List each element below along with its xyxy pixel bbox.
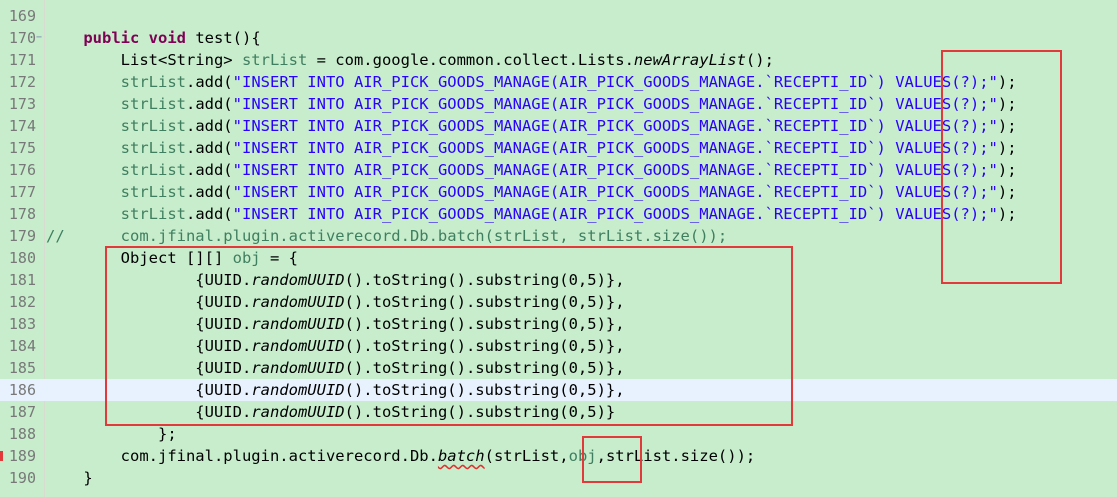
code-text: strList.add("INSERT INTO AIR_PICK_GOODS_… [46, 93, 1017, 115]
code-token: strList [120, 205, 186, 223]
code-token: .add( [185, 205, 233, 223]
code-text: strList.add("INSERT INTO AIR_PICK_GOODS_… [46, 71, 1017, 93]
line-number: 180 [8, 249, 36, 267]
highlight-box-obj-array [105, 246, 793, 426]
line-number: 174 [8, 117, 36, 135]
code-token: strList [120, 161, 186, 179]
line-number: 184 [8, 337, 36, 355]
line-number: 169 [8, 7, 36, 25]
code-line[interactable]: 190 } [0, 467, 1117, 489]
line-number: 175 [8, 139, 36, 157]
code-editor[interactable]: 169 170− public void test(){ 171 List<Stri… [0, 0, 1117, 497]
code-line[interactable]: 170− public void test(){ [0, 27, 1117, 49]
line-number: 170 [8, 29, 36, 47]
code-token: batch [437, 447, 485, 465]
code-token: com.jfinal.plugin.activerecord.Db. [46, 447, 438, 465]
code-token: .add( [185, 183, 233, 201]
code-token: .add( [185, 139, 233, 157]
line-number: 183 [8, 315, 36, 333]
code-token: (); [745, 51, 774, 69]
code-token: } [46, 469, 93, 487]
line-number: 189 [8, 447, 36, 465]
code-token: strList [120, 117, 186, 135]
code-line[interactable]: 189 com.jfinal.plugin.activerecord.Db.ba… [0, 445, 1117, 467]
code-token: strList [120, 183, 186, 201]
code-token: "INSERT INTO AIR_PICK_GOODS_MANAGE(AIR_P… [232, 161, 998, 179]
code-token: .add( [185, 161, 233, 179]
line-number: 185 [8, 359, 36, 377]
code-token: "INSERT INTO AIR_PICK_GOODS_MANAGE(AIR_P… [232, 73, 998, 91]
code-text: List<String> strList = com.google.common… [46, 49, 774, 71]
code-token: strList [120, 73, 186, 91]
line-number: 176 [8, 161, 36, 179]
code-text: }; [46, 423, 177, 445]
code-token: strList [120, 139, 186, 157]
code-token: "INSERT INTO AIR_PICK_GOODS_MANAGE(AIR_P… [232, 117, 998, 135]
line-number: 187 [8, 403, 36, 421]
highlight-box-obj-argument [582, 436, 642, 483]
line-number: 190 [8, 469, 36, 487]
line-number: 181 [8, 271, 36, 289]
code-text: strList.add("INSERT INTO AIR_PICK_GOODS_… [46, 115, 1017, 137]
line-number: 186 [8, 381, 36, 399]
code-line[interactable]: 169 [0, 5, 1117, 27]
line-number: 173 [8, 95, 36, 113]
code-text: public void test(){ [46, 27, 261, 49]
code-token: "INSERT INTO AIR_PICK_GOODS_MANAGE(AIR_P… [232, 95, 998, 113]
line-number: 188 [8, 425, 36, 443]
code-text: strList.add("INSERT INTO AIR_PICK_GOODS_… [46, 159, 1017, 181]
code-text: strList.add("INSERT INTO AIR_PICK_GOODS_… [46, 203, 1017, 225]
fold-collapse-icon[interactable]: − [36, 27, 44, 49]
code-token: List<String> [46, 51, 242, 69]
line-number: 178 [8, 205, 36, 223]
code-token: .add( [185, 73, 233, 91]
code-token: .add( [185, 117, 233, 135]
code-token: test(){ [186, 29, 261, 47]
code-token: newArrayList [633, 51, 746, 69]
code-text: // com.jfinal.plugin.activerecord.Db.bat… [46, 225, 727, 247]
code-token: (strList, [484, 447, 569, 465]
code-token: // com.jfinal.plugin.activerecord.Db.bat… [46, 227, 728, 245]
highlight-box-values [941, 50, 1062, 284]
line-number: 177 [8, 183, 36, 201]
code-token: .add( [185, 95, 233, 113]
code-token: = com.google.common.collect.Lists. [307, 51, 634, 69]
line-number: 172 [8, 73, 36, 91]
code-line[interactable]: 188 }; [0, 423, 1117, 445]
code-token: strList [241, 51, 308, 69]
code-token: }; [46, 425, 177, 443]
line-number: 182 [8, 293, 36, 311]
code-text: strList.add("INSERT INTO AIR_PICK_GOODS_… [46, 181, 1017, 203]
code-text: strList.add("INSERT INTO AIR_PICK_GOODS_… [46, 137, 1017, 159]
code-token: "INSERT INTO AIR_PICK_GOODS_MANAGE(AIR_P… [232, 183, 998, 201]
line-number: 171 [8, 51, 36, 69]
code-token: "INSERT INTO AIR_PICK_GOODS_MANAGE(AIR_P… [232, 139, 998, 157]
code-text: com.jfinal.plugin.activerecord.Db.batch(… [46, 445, 756, 467]
code-token: public [83, 29, 140, 47]
error-marker-icon [0, 451, 3, 461]
code-token: "INSERT INTO AIR_PICK_GOODS_MANAGE(AIR_P… [232, 205, 998, 223]
code-text: } [46, 467, 93, 489]
code-token: strList [120, 95, 186, 113]
line-number: 179 [8, 227, 36, 245]
code-token: void [148, 29, 186, 47]
